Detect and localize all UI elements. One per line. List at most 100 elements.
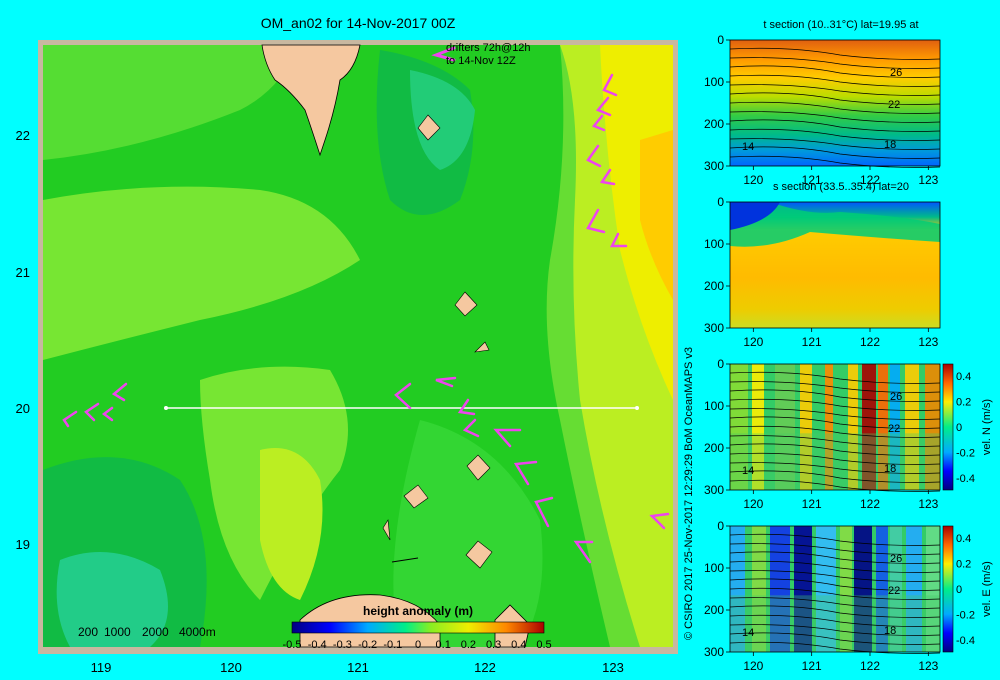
y-tick-label: 100 [704,75,724,89]
y-tick-label: 0 [717,519,724,533]
y-tick-22: 22 [16,128,30,143]
colorbar-tick-label: -0.2 [956,448,975,460]
panel-colorbar [942,363,954,491]
colorbar-label: vel. E (m/s) [981,561,993,617]
x-tick-label: 120 [743,335,763,349]
x-tick-label: 121 [802,659,822,673]
colorbar-tick-label: 0.4 [956,533,971,545]
section-line-start [164,406,168,410]
colorbar-tick-label: -0.2 [956,610,975,622]
y-tick-label: 100 [704,399,724,413]
colorbar-tick-label: 0.2 [956,397,971,409]
y-tick-label: 0 [717,33,724,47]
contour-label: 18 [884,463,896,475]
colorbar-tick-label: 0.3 [486,639,501,651]
colorbar-tick-label: -0.4 [956,473,975,485]
section-panels: 26 22 18 14 t section (10..31°C) lat=19.95 a… [704,19,993,673]
x-tick-label: 121 [802,497,822,511]
panel-field-deep [730,595,940,652]
colorbar-tick-label: -0.5 [283,639,302,651]
x-tick-120: 120 [220,660,242,675]
colorbar-tick-label: 0.5 [536,639,551,651]
x-tick-label: 123 [918,497,938,511]
map-x-axis: 119 120 121 122 123 [91,660,624,675]
contour-label: 22 [888,99,900,111]
x-tick-122: 122 [474,660,496,675]
y-tick-label: 300 [704,321,724,335]
colorbar-tick-label: 0 [956,422,962,434]
main-map: height anomaly (m) -0.5 -0.4 -0.3 -0.2 -0.1 0… [38,40,678,654]
contour-label: 22 [888,423,900,435]
colorbar-tick-label: -0.4 [956,635,975,647]
y-tick-label: 300 [704,159,724,173]
drifter-note-2: to 14-Nov 12Z [446,55,516,67]
colorbar-tick-label: -0.4 [308,639,327,651]
colorbar-main [291,621,545,634]
section-panel-4: 26 22 18 14 120 121 122 123 0 100 200 300 0.4 0.2 0 -0.… [704,519,993,673]
contour-label: 14 [742,627,754,639]
depth-legend-4: 4000m [179,625,216,639]
colorbar-tick-label: -0.1 [383,639,402,651]
y-tick-label: 100 [704,561,724,575]
y-tick-label: 200 [704,603,724,617]
colorbar-tick-label: 0.4 [956,371,971,383]
colorbar-ticks: -0.5 -0.4 -0.3 -0.2 -0.1 0 0.1 0.2 0.3 0.4 0.5 [283,639,552,651]
depth-legend-1: 200 [78,625,98,639]
x-tick-label: 123 [918,335,938,349]
contour-label: 18 [884,625,896,637]
x-tick-121: 121 [347,660,369,675]
colorbar-tick-label: 0.1 [436,639,451,651]
x-tick-label: 120 [743,173,763,187]
contour-label: 14 [742,141,754,153]
contour-label: 26 [890,391,902,403]
map-y-axis: 22 21 20 19 [16,128,30,552]
y-tick-20: 20 [16,401,30,416]
y-tick-label: 200 [704,279,724,293]
contour-label: 22 [888,585,900,597]
x-tick-label: 120 [743,497,763,511]
panel-title: t section (10..31°C) lat=19.95 at [763,19,918,31]
x-tick-label: 121 [802,335,822,349]
panel-title: s section (33.5..35.4) lat=20 [773,181,909,193]
x-tick-label: 122 [860,659,880,673]
depth-legend-3: 2000 [142,625,169,639]
drifter-note-1: drifters 72h@12h [446,42,531,54]
section-panel-2: s section (33.5..35.4) lat=20 120 121 122 12… [704,181,941,349]
x-tick-label: 123 [918,173,938,187]
contour-label: 26 [890,67,902,79]
colorbar-tick-label: 0.4 [511,639,526,651]
credit-text: © CSIRO 2017 25-Nov-2017 12:29:29 BoM Oc… [683,347,695,640]
panel-field-deep [730,433,940,490]
x-tick-123: 123 [602,660,624,675]
section-line-end [635,406,639,410]
colorbar-title: height anomaly (m) [363,604,473,618]
y-tick-label: 0 [717,195,724,209]
x-tick-label: 123 [918,659,938,673]
section-panel-3: 26 22 18 14 120 121 122 123 0 100 200 300 0.4 0.2 0 -0.… [704,357,993,511]
colorbar-tick-label: 0.2 [956,559,971,571]
x-tick-label: 122 [860,497,880,511]
contour-label: 14 [742,465,754,477]
colorbar-tick-label: 0 [415,639,421,651]
x-tick-label: 120 [743,659,763,673]
y-tick-label: 100 [704,237,724,251]
panel-colorbar [942,525,954,653]
y-tick-label: 300 [704,483,724,497]
y-tick-label: 200 [704,117,724,131]
y-tick-label: 0 [717,357,724,371]
contour-label: 18 [884,139,896,151]
section-panel-1: 26 22 18 14 t section (10..31°C) lat=19.95 a… [704,19,941,187]
colorbar-tick-label: 0 [956,584,962,596]
y-tick-19: 19 [16,537,30,552]
colorbar-tick-label: -0.3 [333,639,352,651]
depth-legend-2: 1000 [104,625,131,639]
x-tick-119: 119 [91,660,112,675]
colorbar-tick-label: 0.2 [461,639,476,651]
map-title: OM_an02 for 14-Nov-2017 00Z [261,15,456,31]
figure: height anomaly (m) -0.5 -0.4 -0.3 -0.2 -0.1 0… [16,15,993,675]
colorbar-tick-label: -0.2 [358,639,377,651]
contour-label: 26 [890,553,902,565]
y-tick-label: 200 [704,441,724,455]
y-tick-21: 21 [16,265,30,280]
x-tick-label: 122 [860,335,880,349]
